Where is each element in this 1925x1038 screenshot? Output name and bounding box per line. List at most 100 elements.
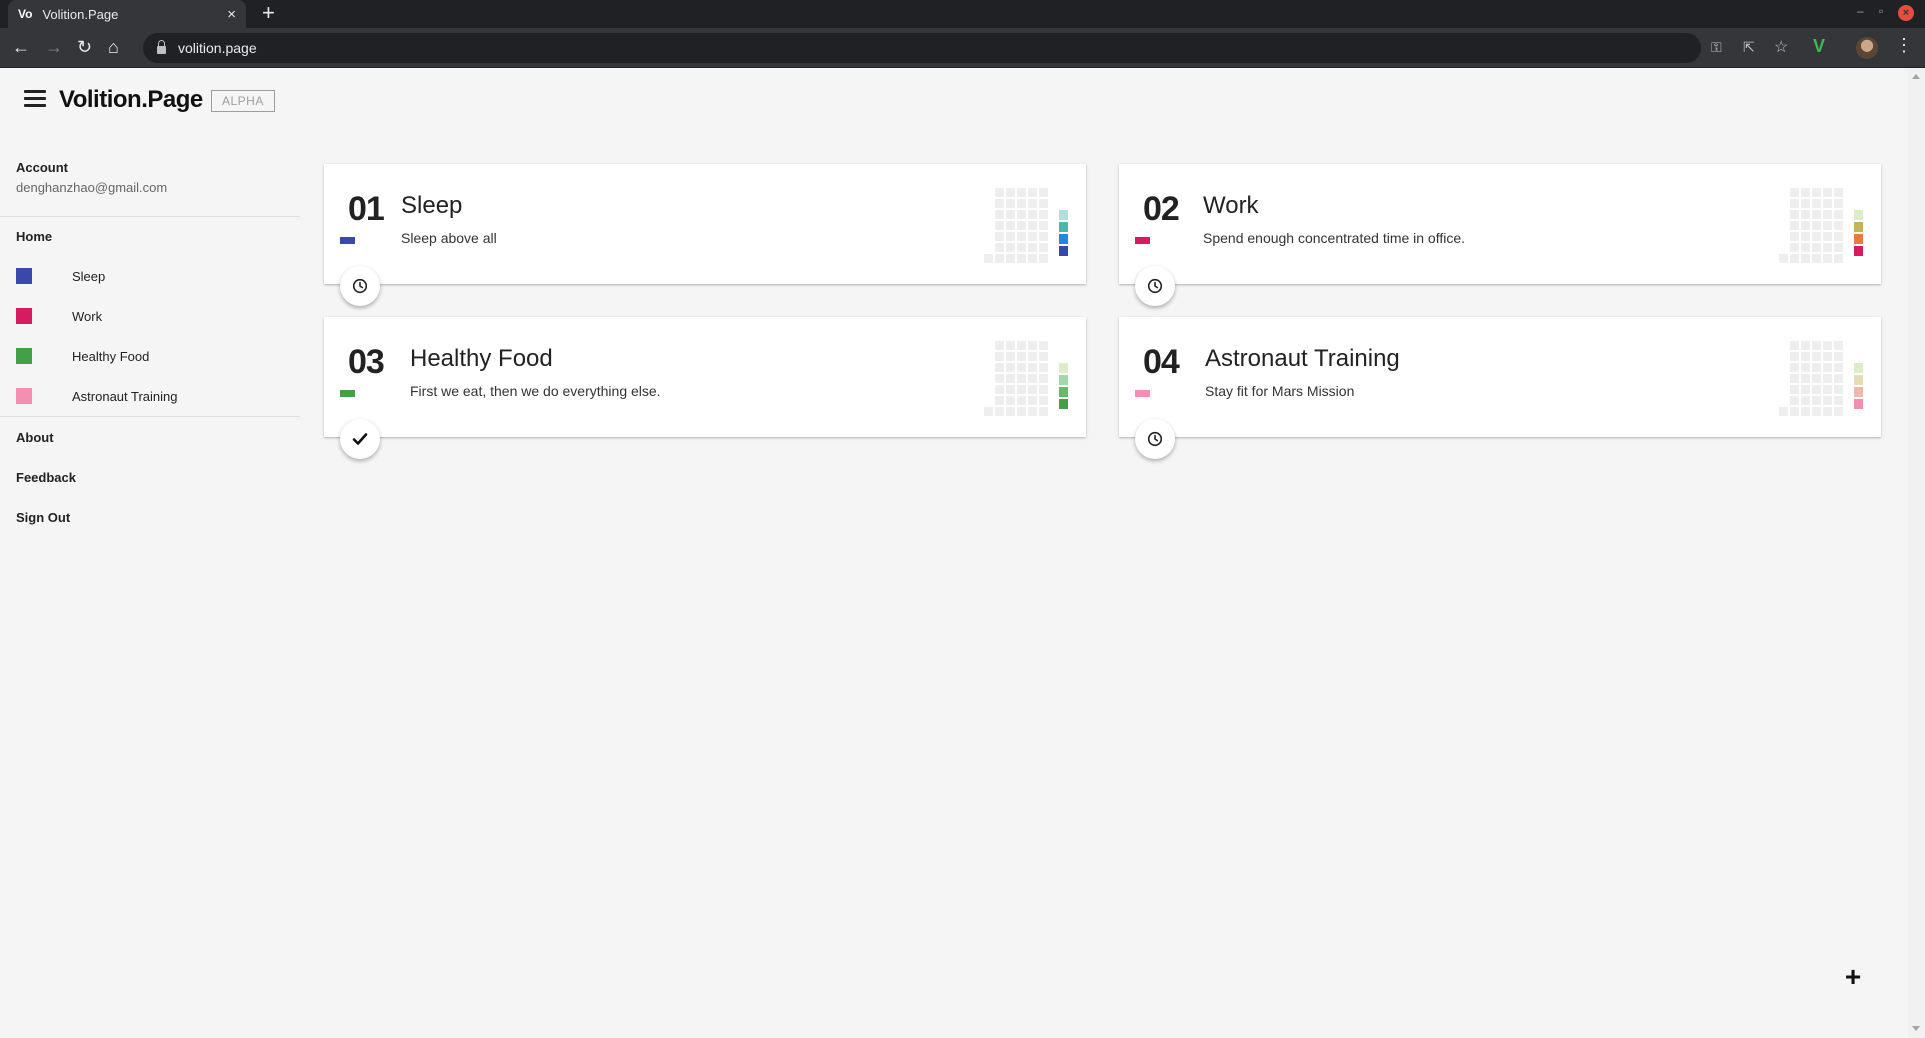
- new-tab-button[interactable]: +: [262, 2, 275, 24]
- heatmap-cell: [1017, 221, 1026, 230]
- scroll-down-icon[interactable]: [1912, 1026, 1920, 1031]
- heatmap-cell: [1834, 254, 1843, 263]
- sidebar-item-about[interactable]: About: [16, 430, 54, 445]
- browser-tab[interactable]: Vo Volition.Page ×: [8, 0, 246, 28]
- sidebar-item-feedback[interactable]: Feedback: [16, 470, 76, 485]
- heatmap-cell: [1028, 363, 1037, 372]
- heatmap-cell: [1006, 363, 1015, 372]
- page-scrollbar[interactable]: [1908, 68, 1925, 1038]
- window-close-button[interactable]: ×: [1898, 5, 1914, 21]
- card-action-button[interactable]: [340, 266, 380, 306]
- heatmap-cell: [1006, 254, 1015, 263]
- heatmap-cell: [1790, 407, 1799, 416]
- lock-icon: [157, 40, 166, 54]
- browser-menu-icon[interactable]: ⋮: [1895, 35, 1913, 56]
- extension-v-icon[interactable]: V: [1813, 36, 1825, 57]
- sidebar-item-home[interactable]: Home: [16, 229, 52, 244]
- alpha-badge: ALPHA: [211, 90, 275, 112]
- heatmap-cell: [1028, 243, 1037, 252]
- home-icon[interactable]: ⌂: [108, 37, 119, 57]
- heatmap-cell: [1028, 210, 1037, 219]
- heatmap-cell: [1823, 243, 1832, 252]
- reload-icon[interactable]: ↻: [77, 37, 92, 57]
- card-title: Healthy Food: [410, 345, 553, 372]
- sidebar-goal-sleep[interactable]: Sleep: [0, 261, 300, 291]
- goal-card-astronaut-training[interactable]: 04 Astronaut Training Stay fit for Mars …: [1119, 317, 1881, 459]
- tab-close-icon[interactable]: ×: [227, 6, 236, 23]
- heatmap-cell: [1834, 396, 1843, 405]
- heatmap-cell: [1006, 199, 1015, 208]
- heatmap-cell: [1801, 232, 1810, 241]
- progress-stack-cell: [1854, 234, 1863, 244]
- heatmap-cell: [1823, 188, 1832, 197]
- heatmap-cell: [1801, 396, 1810, 405]
- heatmap-cell: [1039, 254, 1048, 263]
- heatmap-cell: [1801, 188, 1810, 197]
- account-label: Account: [16, 160, 68, 175]
- card-action-button[interactable]: [1135, 266, 1175, 306]
- heatmap-cell: [1801, 374, 1810, 383]
- heatmap-cell: [1017, 352, 1026, 361]
- browser-toolbar: ← → ↻ ⌂ volition.page ⚿ ⇱ ☆ V ⋮: [0, 28, 1925, 68]
- heatmap-cell: [1006, 385, 1015, 394]
- app-header: Volition.Page ALPHA: [0, 68, 1908, 134]
- bookmark-star-icon[interactable]: ☆: [1774, 37, 1788, 57]
- card-title: Sleep: [401, 192, 463, 219]
- heatmap-cell: [1823, 199, 1832, 208]
- card-action-button[interactable]: [1135, 419, 1175, 459]
- sidebar-goal-work[interactable]: Work: [0, 301, 300, 331]
- heatmap-cell: [1812, 243, 1821, 252]
- hamburger-menu-icon[interactable]: [24, 90, 46, 108]
- sidebar-item-sign-out[interactable]: Sign Out: [16, 510, 70, 525]
- heatmap-cell: [1823, 232, 1832, 241]
- progress-stack-cell: [1059, 234, 1068, 244]
- heatmap-cell: [1039, 221, 1048, 230]
- sidebar-goal-astronaut-training[interactable]: Astronaut Training: [0, 381, 300, 411]
- key-icon[interactable]: ⚿: [1711, 39, 1722, 56]
- heatmap-cell: [1028, 374, 1037, 383]
- heatmap-cell: [1017, 407, 1026, 416]
- heatmap-cell: [1812, 396, 1821, 405]
- progress-stack-cell: [1854, 210, 1863, 220]
- back-icon[interactable]: ←: [12, 37, 30, 57]
- address-bar[interactable]: volition.page ⚿ ⇱ ☆: [143, 33, 1788, 63]
- card-description: First we eat, then we do everything else…: [410, 383, 661, 399]
- share-icon[interactable]: ⇱: [1743, 39, 1755, 56]
- heatmap-cell: [1006, 396, 1015, 405]
- heatmap-cell: [1801, 254, 1810, 263]
- minimize-icon[interactable]: –: [1857, 4, 1864, 18]
- heatmap-cell: [1039, 210, 1048, 219]
- heatmap-cell: [1790, 363, 1799, 372]
- heatmap-cell: [995, 374, 1004, 383]
- goal-card-healthy-food[interactable]: 03 Healthy Food First we eat, then we do…: [324, 317, 1086, 459]
- card-action-button[interactable]: [340, 419, 380, 459]
- goal-card-sleep[interactable]: 01 Sleep Sleep above all: [324, 164, 1086, 306]
- add-goal-button[interactable]: +: [1835, 959, 1871, 995]
- heatmap-cell: [1812, 341, 1821, 350]
- heatmap-cell: [1823, 221, 1832, 230]
- maximize-icon[interactable]: ▫: [1879, 4, 1883, 18]
- heatmap-cell: [1028, 352, 1037, 361]
- heatmap-cell: [1812, 374, 1821, 383]
- profile-avatar[interactable]: [1856, 37, 1878, 59]
- clock-icon: [1147, 431, 1163, 447]
- heatmap-cell: [1801, 199, 1810, 208]
- forward-icon[interactable]: →: [45, 37, 63, 57]
- sidebar-goal-healthy-food[interactable]: Healthy Food: [0, 341, 300, 371]
- heatmap-cell: [1017, 254, 1026, 263]
- heatmap-cell: [1801, 407, 1810, 416]
- progress-stack-cell: [1059, 246, 1068, 256]
- heatmap-cell: [1790, 341, 1799, 350]
- heatmap-cell: [1028, 254, 1037, 263]
- goal-card-work[interactable]: 02 Work Spend enough concentrated time i…: [1119, 164, 1881, 306]
- heatmap-cell: [995, 210, 1004, 219]
- heatmap-cell: [1039, 188, 1048, 197]
- heatmap-cell: [1834, 374, 1843, 383]
- brand-logo[interactable]: Volition.Page: [59, 86, 203, 114]
- heatmap-cell: [1834, 232, 1843, 241]
- progress-stack-cell: [1854, 375, 1863, 385]
- heatmap-cell: [1039, 352, 1048, 361]
- scroll-up-icon[interactable]: [1912, 74, 1920, 79]
- card-number: 04: [1143, 343, 1180, 381]
- heatmap-cell: [1823, 210, 1832, 219]
